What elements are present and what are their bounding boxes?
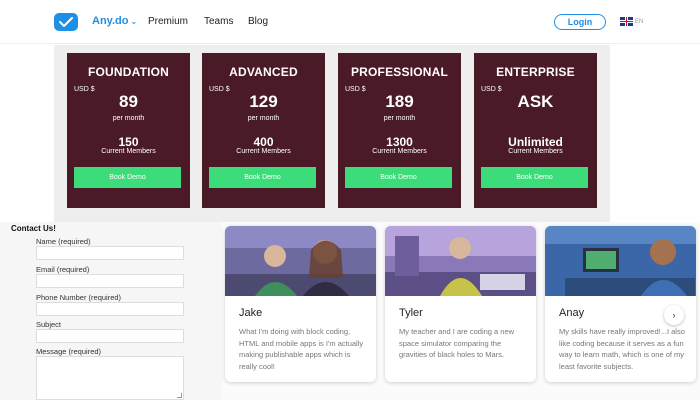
- brand-label: Any.do: [92, 15, 129, 27]
- testimonial-quote: What I'm doing with block coding, HTML a…: [239, 327, 364, 371]
- chevron-down-icon: ⌄: [130, 17, 138, 26]
- plan-name: ENTERPRISE: [496, 65, 575, 79]
- language-selector[interactable]: EN: [620, 17, 643, 26]
- phone-field[interactable]: [36, 302, 184, 316]
- plan-members-label: Current Members: [372, 148, 427, 155]
- plan-members-label: Current Members: [508, 148, 563, 155]
- plan-name: FOUNDATION: [87, 65, 170, 79]
- plan-members-label: Current Members: [101, 148, 156, 155]
- book-demo-button[interactable]: Book Demo: [74, 167, 181, 188]
- testimonial-card-tyler: Tyler My teacher and I are coding a new …: [385, 226, 536, 382]
- login-button[interactable]: Login: [554, 14, 606, 30]
- email-field[interactable]: [36, 274, 184, 288]
- contact-title: Contact Us!: [11, 224, 56, 233]
- plan-members: 150: [118, 135, 139, 149]
- message-field[interactable]: [36, 356, 184, 400]
- testimonial-name: Tyler: [399, 307, 423, 319]
- nav-teams[interactable]: Teams: [204, 16, 233, 27]
- plan-members: 1300: [386, 135, 413, 149]
- plan-price: 89: [119, 92, 138, 111]
- logo-checkmark-icon[interactable]: [54, 13, 78, 31]
- student-photo: [385, 226, 536, 296]
- contact-form: Contact Us! Name (required) Email (requi…: [0, 222, 222, 400]
- testimonial-name: Anay: [559, 307, 585, 319]
- pricing-section: FOUNDATION USD $ 89 per month 150 Curren…: [54, 45, 610, 222]
- message-label: Message (required): [36, 347, 102, 356]
- plan-members-label: Current Members: [236, 148, 291, 155]
- plan-name: PROFESSIONAL: [350, 65, 449, 79]
- plan-period: per month: [383, 115, 416, 122]
- plan-members: Unlimited: [508, 135, 563, 149]
- testimonial-name: Jake: [239, 307, 263, 319]
- plan-card-foundation: FOUNDATION USD $ 89 per month 150 Curren…: [67, 53, 190, 208]
- plan-price: 189: [385, 92, 414, 111]
- brand-menu[interactable]: Any.do ⌄: [92, 15, 137, 27]
- nav-blog[interactable]: Blog: [248, 16, 268, 27]
- testimonial-card-jake: Jake What I'm doing with block coding, H…: [225, 226, 376, 382]
- testimonial-quote: My skills have really improved!...I also…: [559, 327, 685, 371]
- plan-period: per month: [247, 115, 280, 122]
- testimonial-quote: My teacher and I are coding a new space …: [399, 327, 515, 359]
- plan-members: 400: [253, 135, 274, 149]
- resize-handle-icon[interactable]: [177, 393, 182, 398]
- plan-card-enterprise: ENTERPRISE USD $ ASK Unlimited Current M…: [474, 53, 597, 208]
- plan-price: 129: [249, 92, 278, 111]
- checkmark-icon: [59, 17, 73, 27]
- plan-period: per month: [112, 115, 145, 122]
- uk-flag-icon: [620, 17, 633, 26]
- name-field[interactable]: [36, 246, 184, 260]
- book-demo-button[interactable]: Book Demo: [481, 167, 588, 188]
- nav-premium[interactable]: Premium: [148, 16, 188, 27]
- subject-label: Subject: [36, 320, 62, 329]
- testimonials-section: Jake What I'm doing with block coding, H…: [222, 222, 700, 400]
- carousel-next-button[interactable]: ›: [664, 305, 684, 325]
- language-code: EN: [635, 18, 644, 25]
- student-photo: [545, 226, 696, 296]
- page: Any.do ⌄ Premium Teams Blog Login EN FOUN…: [0, 0, 700, 400]
- plan-name: ADVANCED: [229, 65, 298, 79]
- book-demo-button[interactable]: Book Demo: [209, 167, 316, 188]
- student-photo: [225, 226, 376, 296]
- plan-price: ASK: [517, 92, 554, 111]
- plan-card-professional: PROFESSIONAL USD $ 189 per month 1300 Cu…: [338, 53, 461, 208]
- top-navigation: Any.do ⌄ Premium Teams Blog Login EN: [0, 0, 700, 44]
- phone-label: Phone Number (required): [36, 293, 122, 302]
- book-demo-button[interactable]: Book Demo: [345, 167, 452, 188]
- subject-field[interactable]: [36, 329, 184, 343]
- email-label: Email (required): [36, 265, 90, 274]
- testimonial-card-anay: Anay My skills have really improved!...I…: [545, 226, 696, 382]
- name-label: Name (required): [36, 237, 91, 246]
- chevron-right-icon: ›: [672, 310, 676, 320]
- plan-card-advanced: ADVANCED USD $ 129 per month 400 Current…: [202, 53, 325, 208]
